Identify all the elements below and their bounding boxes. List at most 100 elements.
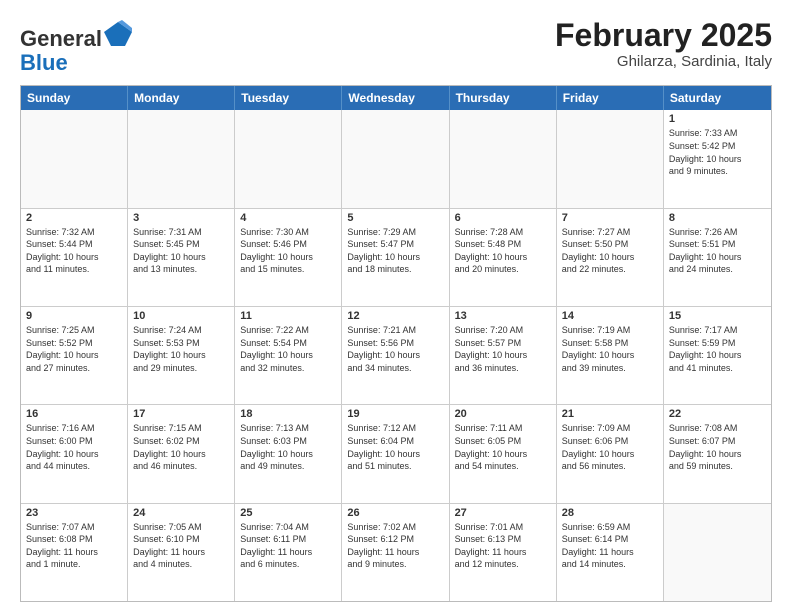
day-cell-7: 7Sunrise: 7:27 AM Sunset: 5:50 PM Daylig… xyxy=(557,209,664,306)
day-info: Sunrise: 7:22 AM Sunset: 5:54 PM Dayligh… xyxy=(240,324,336,374)
day-number: 28 xyxy=(562,507,658,519)
day-info: Sunrise: 6:59 AM Sunset: 6:14 PM Dayligh… xyxy=(562,521,658,571)
day-number: 9 xyxy=(26,310,122,322)
day-info: Sunrise: 7:01 AM Sunset: 6:13 PM Dayligh… xyxy=(455,521,551,571)
day-cell-8: 8Sunrise: 7:26 AM Sunset: 5:51 PM Daylig… xyxy=(664,209,771,306)
day-cell-28: 28 Sunrise: 6:59 AM Sunset: 6:14 PM Dayli… xyxy=(557,504,664,601)
day-info: Sunrise: 7:05 AM Sunset: 6:10 PM Dayligh… xyxy=(133,521,229,571)
day-number: 3 xyxy=(133,212,229,224)
day-number: 25 xyxy=(240,507,336,519)
day-cell-5: 5 Sunrise: 7:29 AM Sunset: 5:47 PM Daylig… xyxy=(342,209,449,306)
day-info: Sunrise: 7:21 AM Sunset: 5:56 PM Dayligh… xyxy=(347,324,443,374)
day-number: 8 xyxy=(669,212,766,224)
day-number: 1 xyxy=(669,113,766,125)
day-number: 10 xyxy=(133,310,229,322)
day-number: 19 xyxy=(347,408,443,420)
day-info: Sunrise: 7:02 AM Sunset: 6:12 PM Dayligh… xyxy=(347,521,443,571)
day-cell-1: 1 Sunrise: 7:33 AM Sunset: 5:42 PM Daylig… xyxy=(664,110,771,207)
day-number: 15 xyxy=(669,310,766,322)
day-number: 23 xyxy=(26,507,122,519)
day-info: Sunrise: 7:24 AM Sunset: 5:53 PM Dayligh… xyxy=(133,324,229,374)
week-1: 1 Sunrise: 7:33 AM Sunset: 5:42 PM Daylig… xyxy=(21,110,771,208)
day-cell-24: 24Sunrise: 7:05 AM Sunset: 6:10 PM Dayli… xyxy=(128,504,235,601)
day-number: 14 xyxy=(562,310,658,322)
day-info: Sunrise: 7:31 AM Sunset: 5:45 PM Dayligh… xyxy=(133,226,229,276)
day-number: 16 xyxy=(26,408,122,420)
day-info: Sunrise: 7:13 AM Sunset: 6:03 PM Dayligh… xyxy=(240,422,336,472)
day-cell-10: 10 Sunrise: 7:24 AM Sunset: 5:53 PM Dayli… xyxy=(128,307,235,404)
day-info: Sunrise: 7:09 AM Sunset: 6:06 PM Dayligh… xyxy=(562,422,658,472)
day-info: Sunrise: 7:17 AM Sunset: 5:59 PM Dayligh… xyxy=(669,324,766,374)
day-info: Sunrise: 7:25 AM Sunset: 5:52 PM Dayligh… xyxy=(26,324,122,374)
day-cell-16: 16 Sunrise: 7:16 AM Sunset: 6:00 PM Dayli… xyxy=(21,405,128,502)
empty-cell xyxy=(21,110,128,207)
day-number: 21 xyxy=(562,408,658,420)
day-cell-14: 14Sunrise: 7:19 AM Sunset: 5:58 PM Dayli… xyxy=(557,307,664,404)
day-cell-13: 13 Sunrise: 7:20 AM Sunset: 5:57 PM Dayli… xyxy=(450,307,557,404)
day-cell-26: 26Sunrise: 7:02 AM Sunset: 6:12 PM Dayli… xyxy=(342,504,449,601)
day-cell-2: 2 Sunrise: 7:32 AM Sunset: 5:44 PM Daylig… xyxy=(21,209,128,306)
day-number: 27 xyxy=(455,507,551,519)
day-info: Sunrise: 7:08 AM Sunset: 6:07 PM Dayligh… xyxy=(669,422,766,472)
header-day-saturday: Saturday xyxy=(664,86,771,110)
day-info: Sunrise: 7:15 AM Sunset: 6:02 PM Dayligh… xyxy=(133,422,229,472)
day-cell-4: 4 Sunrise: 7:30 AM Sunset: 5:46 PM Daylig… xyxy=(235,209,342,306)
day-number: 11 xyxy=(240,310,336,322)
day-cell-15: 15 Sunrise: 7:17 AM Sunset: 5:59 PM Dayli… xyxy=(664,307,771,404)
day-number: 4 xyxy=(240,212,336,224)
day-number: 5 xyxy=(347,212,443,224)
empty-cell xyxy=(128,110,235,207)
day-number: 18 xyxy=(240,408,336,420)
logo-blue-text: Blue xyxy=(20,51,132,75)
empty-cell xyxy=(557,110,664,207)
header-day-friday: Friday xyxy=(557,86,664,110)
logo-general: General xyxy=(20,26,102,51)
empty-cell xyxy=(342,110,449,207)
day-info: Sunrise: 7:07 AM Sunset: 6:08 PM Dayligh… xyxy=(26,521,122,571)
day-cell-17: 17 Sunrise: 7:15 AM Sunset: 6:02 PM Dayli… xyxy=(128,405,235,502)
day-number: 12 xyxy=(347,310,443,322)
day-info: Sunrise: 7:04 AM Sunset: 6:11 PM Dayligh… xyxy=(240,521,336,571)
day-info: Sunrise: 7:12 AM Sunset: 6:04 PM Dayligh… xyxy=(347,422,443,472)
day-cell-3: 3 Sunrise: 7:31 AM Sunset: 5:45 PM Daylig… xyxy=(128,209,235,306)
week-3: 9 Sunrise: 7:25 AM Sunset: 5:52 PM Daylig… xyxy=(21,307,771,405)
day-number: 6 xyxy=(455,212,551,224)
header-day-tuesday: Tuesday xyxy=(235,86,342,110)
day-number: 13 xyxy=(455,310,551,322)
day-cell-21: 21 Sunrise: 7:09 AM Sunset: 6:06 PM Dayli… xyxy=(557,405,664,502)
day-info: Sunrise: 7:33 AM Sunset: 5:42 PM Dayligh… xyxy=(669,127,766,177)
day-number: 22 xyxy=(669,408,766,420)
day-number: 20 xyxy=(455,408,551,420)
week-5: 23 Sunrise: 7:07 AM Sunset: 6:08 PM Dayli… xyxy=(21,504,771,601)
day-cell-22: 22 Sunrise: 7:08 AM Sunset: 6:07 PM Dayli… xyxy=(664,405,771,502)
day-info: Sunrise: 7:30 AM Sunset: 5:46 PM Dayligh… xyxy=(240,226,336,276)
day-number: 7 xyxy=(562,212,658,224)
logo: General Blue xyxy=(20,18,132,75)
header-day-thursday: Thursday xyxy=(450,86,557,110)
day-info: Sunrise: 7:11 AM Sunset: 6:05 PM Dayligh… xyxy=(455,422,551,472)
day-info: Sunrise: 7:32 AM Sunset: 5:44 PM Dayligh… xyxy=(26,226,122,276)
calendar-title: February 2025 xyxy=(555,18,772,53)
header-day-sunday: Sunday xyxy=(21,86,128,110)
calendar-header-row: SundayMondayTuesdayWednesdayThursdayFrid… xyxy=(21,86,771,110)
calendar-subtitle: Ghilarza, Sardinia, Italy xyxy=(555,53,772,70)
logo-text: General xyxy=(20,18,132,51)
day-number: 17 xyxy=(133,408,229,420)
day-cell-19: 19 Sunrise: 7:12 AM Sunset: 6:04 PM Dayli… xyxy=(342,405,449,502)
day-info: Sunrise: 7:29 AM Sunset: 5:47 PM Dayligh… xyxy=(347,226,443,276)
day-cell-25: 25 Sunrise: 7:04 AM Sunset: 6:11 PM Dayli… xyxy=(235,504,342,601)
day-info: Sunrise: 7:28 AM Sunset: 5:48 PM Dayligh… xyxy=(455,226,551,276)
day-number: 2 xyxy=(26,212,122,224)
page: General Blue February 2025 Ghilarza, Sar… xyxy=(0,0,792,612)
day-cell-20: 20 Sunrise: 7:11 AM Sunset: 6:05 PM Dayli… xyxy=(450,405,557,502)
header: General Blue February 2025 Ghilarza, Sar… xyxy=(20,18,772,75)
day-info: Sunrise: 7:16 AM Sunset: 6:00 PM Dayligh… xyxy=(26,422,122,472)
header-day-monday: Monday xyxy=(128,86,235,110)
day-cell-23: 23 Sunrise: 7:07 AM Sunset: 6:08 PM Dayli… xyxy=(21,504,128,601)
calendar: SundayMondayTuesdayWednesdayThursdayFrid… xyxy=(20,85,772,602)
week-4: 16 Sunrise: 7:16 AM Sunset: 6:00 PM Dayli… xyxy=(21,405,771,503)
day-info: Sunrise: 7:20 AM Sunset: 5:57 PM Dayligh… xyxy=(455,324,551,374)
empty-cell xyxy=(664,504,771,601)
day-cell-12: 12 Sunrise: 7:21 AM Sunset: 5:56 PM Dayli… xyxy=(342,307,449,404)
day-cell-27: 27 Sunrise: 7:01 AM Sunset: 6:13 PM Dayli… xyxy=(450,504,557,601)
